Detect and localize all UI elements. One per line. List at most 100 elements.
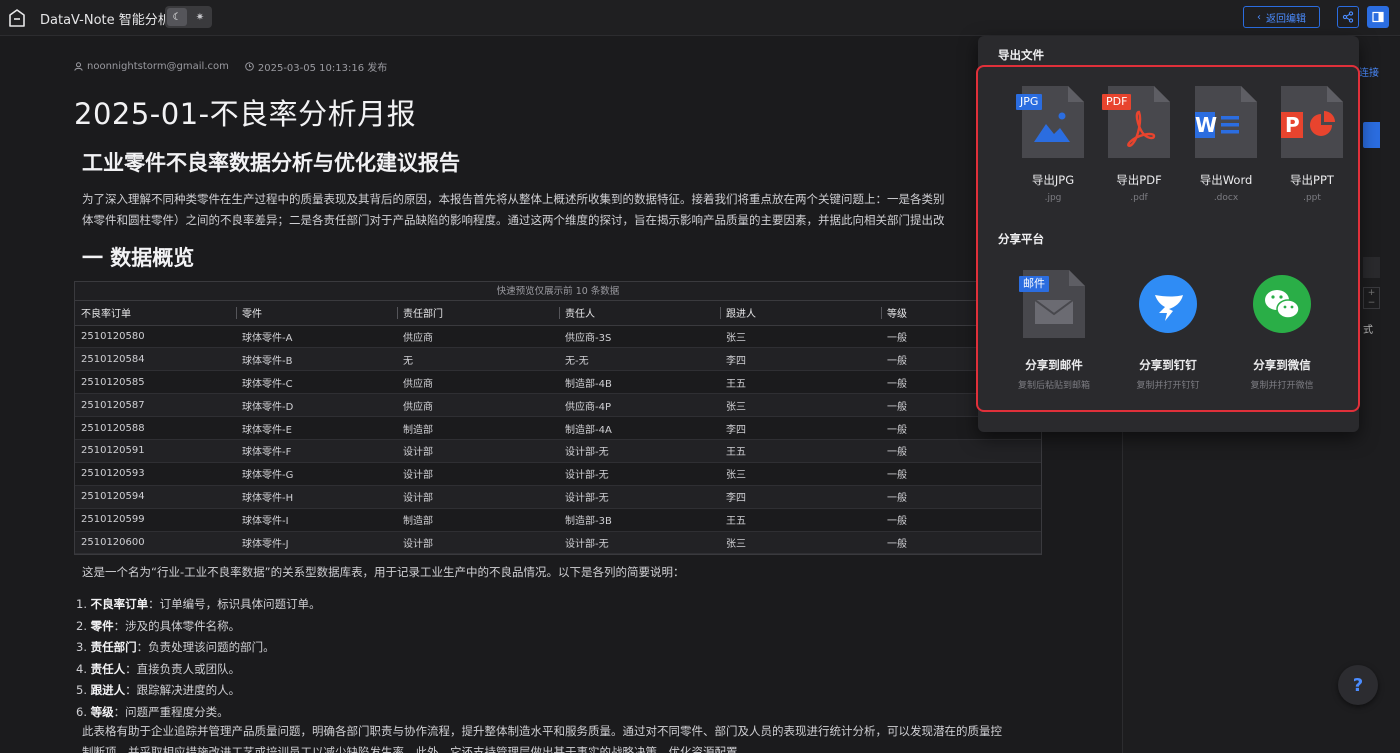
share-icon (1342, 11, 1354, 23)
report-heading: 工业零件不良率数据分析与优化建议报告 (82, 151, 460, 175)
table-cell: 球体零件-G (236, 462, 397, 486)
table-cell: 球体零件-D (236, 393, 397, 418)
list-desc: ：涉及的具体零件名称。 (113, 618, 241, 633)
table-cell: 李四 (720, 416, 881, 440)
list-desc: ：问题严重程度分类。 (113, 704, 229, 719)
list-item: 3. 责任部门：负责处理该问题的部门。 (76, 637, 321, 659)
list-desc: ：直接负责人或团队。 (125, 661, 241, 676)
table-row: 2510120600 球体零件-J 设计部 设计部-无 张三 一般 (75, 531, 1041, 555)
list-number: 2. (76, 618, 87, 633)
list-desc: ：订单编号，标识具体问题订单。 (148, 597, 321, 611)
table-cell: 一般 (881, 508, 1041, 532)
table-cell: 张三 (720, 531, 881, 555)
list-number: 4. (76, 661, 87, 676)
list-term: 跟进人 (90, 683, 126, 697)
table-cell: 球体零件-E (236, 416, 397, 440)
export-section-title: 导出文件 (998, 48, 1044, 62)
theme-toggle[interactable]: ☾ ✷ (165, 6, 212, 28)
list-item: 4. 责任人：直接负责人或团队。 (76, 659, 321, 681)
table-cell: 球体零件-F (236, 439, 397, 463)
sidebar-input[interactable] (1363, 257, 1380, 278)
table-cell: 王五 (720, 508, 881, 532)
table-cell: 设计部-无 (559, 485, 720, 509)
list-term: 等级 (90, 704, 114, 719)
table-row: 2510120599 球体零件-I 制造部 制造部-3B 王五 一般 (75, 508, 1041, 532)
table-cell: 供应商-3S (559, 325, 720, 349)
sidebar-label: 式 (1363, 325, 1373, 336)
table-cell: 设计部-无 (559, 439, 720, 463)
table-cell: 制造部 (397, 416, 559, 440)
table-row: 2510120587 球体零件-D 供应商 供应商-4P 张三 一般 (75, 393, 1041, 418)
summary-paragraph: 此表格有助于企业追踪并管理产品质量问题，明确各部门职责与协作流程，提升整体制造水… (82, 721, 1122, 753)
sidebar-primary-button[interactable] (1363, 122, 1380, 148)
author-info: noonnightstorm@gmail.com (74, 59, 229, 74)
publish-info: 2025-03-05 10:13:16 发布 (245, 59, 387, 74)
table-row: 2510120580 球体零件-A 供应商 供应商-3S 张三 一般 (75, 325, 1041, 349)
table-cell: 张三 (720, 393, 881, 418)
table-cell: 供应商-4P (559, 393, 720, 418)
table-cell: 球体零件-A (236, 325, 397, 349)
table-cell: 设计部 (397, 439, 559, 463)
sidebar-panel-icon (1372, 11, 1384, 23)
table-cell: 供应商 (397, 325, 559, 349)
summary-line-2: 制断项，并采取相应措施改进工艺或培训员工以减少缺陷发生率。此外，它还支持管理层做… (82, 745, 749, 753)
back-to-edit-button[interactable]: ‹ 返回编辑 (1243, 6, 1320, 28)
table-caption: 快速预览仅展示前 10 条数据 (75, 282, 1041, 301)
table-cell: 球体零件-H (236, 485, 397, 509)
toggle-panel-button[interactable] (1367, 6, 1389, 28)
publish-time: 2025-03-05 10:13:16 发布 (257, 63, 388, 74)
table-cell: 球体零件-I (236, 508, 397, 532)
sidebar-stepper[interactable]: + − (1363, 287, 1380, 309)
table-cell: 一般 (881, 439, 1041, 463)
column-header[interactable]: 不良率订单 (75, 301, 236, 326)
data-preview-table: 快速预览仅展示前 10 条数据 不良率订单 零件 责任部门 责任人 跟进人 等级… (74, 281, 1042, 556)
table-cell: 2510120580 (75, 325, 236, 349)
table-row: 2510120588 球体零件-E 制造部 制造部-4A 李四 一般 (75, 416, 1041, 440)
moon-icon[interactable]: ☾ (167, 8, 187, 26)
doc-meta: noonnightstorm@gmail.com 2025-03-05 10:1… (74, 59, 387, 74)
table-cell: 球体零件-J (236, 531, 397, 555)
column-description-list: 1. 不良率订单：订单编号，标识具体问题订单。 2. 零件：涉及的具体零件名称。 3… (76, 594, 321, 723)
table-cell: 设计部-无 (559, 531, 720, 555)
column-header[interactable]: 跟进人 (720, 301, 881, 326)
table-cell: 制造部 (397, 508, 559, 532)
intro-paragraph: 为了深入理解不同种类零件在生产过程中的质量表现及其背后的原因，本报告首先将从整体… (82, 189, 1122, 231)
table-cell: 2510120585 (75, 370, 236, 395)
list-term: 责任部门 (90, 640, 137, 654)
report-title: 2025-01-不良率分析月报 (74, 97, 417, 131)
table-cell: 一般 (881, 531, 1041, 555)
highlight-frame (976, 65, 1360, 412)
column-header[interactable]: 责任人 (559, 301, 720, 326)
list-desc: ：负责处理该问题的部门。 (136, 640, 275, 654)
table-row: 2510120593 球体零件-G 设计部 设计部-无 张三 一般 (75, 462, 1041, 486)
list-item: 6. 等级：问题严重程度分类。 (76, 702, 321, 724)
sidebar-link[interactable]: 连接 (1359, 64, 1379, 79)
table-cell: 制造部-4A (559, 416, 720, 440)
section-heading-overview: 一 数据概览 (82, 246, 195, 270)
table-cell: 制造部-3B (559, 508, 720, 532)
table-cell: 球体零件-C (236, 370, 397, 395)
sun-icon[interactable]: ✷ (190, 8, 210, 26)
list-item: 2. 零件：涉及的具体零件名称。 (76, 616, 321, 638)
share-button[interactable] (1337, 6, 1359, 28)
list-number: 3. (76, 640, 87, 654)
table-description: 这是一个名为“行业-工业不良率数据”的关系型数据库表，用于记录工业生产中的不良品… (82, 565, 685, 579)
table-row: 2510120594 球体零件-H 设计部 设计部-无 李四 一般 (75, 485, 1041, 509)
list-desc: ：跟踪解决进度的人。 (125, 683, 241, 697)
intro-line-1: 为了深入理解不同种类零件在生产过程中的质量表现及其背后的原因，本报告首先将从整体… (82, 192, 945, 206)
table-cell: 李四 (720, 485, 881, 509)
help-button[interactable]: ? (1338, 665, 1378, 705)
table-cell: 供应商 (397, 393, 559, 418)
home-icon[interactable] (9, 9, 25, 27)
list-number: 6. (76, 704, 87, 719)
table-cell: 2510120587 (75, 393, 236, 418)
table-cell: 供应商 (397, 370, 559, 395)
table-cell: 李四 (720, 347, 881, 372)
table-cell: 设计部-无 (559, 462, 720, 486)
column-header[interactable]: 零件 (236, 301, 397, 326)
app-title: DataV-Note 智能分析 (40, 13, 171, 28)
table-cell: 2510120594 (75, 485, 236, 509)
author-email: noonnightstorm@gmail.com (87, 61, 229, 72)
table-cell: 设计部 (397, 531, 559, 555)
column-header[interactable]: 责任部门 (397, 301, 559, 326)
